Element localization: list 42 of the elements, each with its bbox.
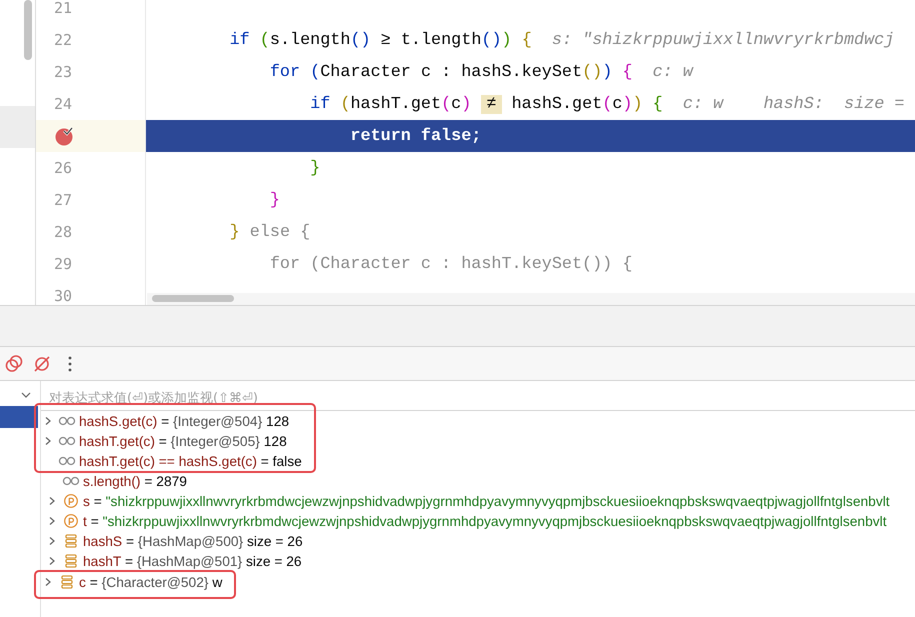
variable-entry[interactable]: hashS.get(c) = {Integer@504} 128 xyxy=(79,414,290,428)
scrollbar-thumb[interactable] xyxy=(24,0,32,60)
code-line: } xyxy=(310,158,320,178)
horizontal-scrollbar[interactable] xyxy=(147,293,915,305)
line-number: 28 xyxy=(54,223,72,241)
inline-value-hint: c: w xyxy=(652,62,693,82)
code-line: } xyxy=(270,190,280,210)
code-line: for (Character c : hashT.keySet()) { xyxy=(270,254,632,274)
selected-row-highlight xyxy=(0,406,38,428)
glasses-icon xyxy=(58,434,76,448)
code-line: } else { xyxy=(230,222,310,242)
inline-value-hint: s: "shizkrppuwjixxllnwvryrkrbmdwcj xyxy=(552,30,894,50)
variable-entry[interactable]: s.length() = 2879 xyxy=(83,474,187,488)
breakpoint-icon[interactable] xyxy=(54,126,74,146)
inline-value-hint: c: w xyxy=(682,94,724,114)
parameter-icon xyxy=(62,494,80,508)
variable-entry[interactable]: hashT.get(c) == hashS.get(c) = false xyxy=(79,454,302,468)
variable-entry[interactable]: t = "shizkrppuwjixxllnwvryrkrbmdwcjewzwjnpshidvadwpjygrnmhdpyavymnyvyqpmjbsckuesiioeknqpbskswqvaeqtpjwagjollfntglsenbvlt xyxy=(83,514,887,528)
glasses-icon xyxy=(62,474,80,488)
parameter-icon xyxy=(62,514,80,528)
variable-entry[interactable]: hashT.get(c) = {Integer@505} 128 xyxy=(79,434,287,448)
variable-entry[interactable]: hashT = {HashMap@501} size = 26 xyxy=(83,554,302,568)
mute-breakpoints-icon[interactable] xyxy=(32,354,52,374)
line-number: 29 xyxy=(54,255,72,273)
variable-entry[interactable]: c = {Character@502} w xyxy=(79,574,222,590)
line-number: 23 xyxy=(54,63,72,81)
line-number: 26 xyxy=(54,159,72,177)
line-number: 21 xyxy=(54,0,72,17)
code-line: return false; xyxy=(350,126,482,146)
code-line: if (hashT.get(c) ≠ hashS.get(c)) { xyxy=(310,94,663,114)
line-number: 30 xyxy=(54,287,72,305)
code-line: if (s.length() ≥ t.length()) { xyxy=(230,30,532,50)
inline-value-hint: hashS: size = xyxy=(763,94,904,114)
code-line: for (Character c : hashS.keySet()) { xyxy=(270,62,632,82)
line-number: 27 xyxy=(54,191,72,209)
variable-entry[interactable]: hashS = {HashMap@500} size = 26 xyxy=(83,534,303,548)
breakpoints-icon[interactable] xyxy=(4,354,24,374)
glasses-icon xyxy=(58,414,76,428)
line-number: 24 xyxy=(54,95,72,113)
line-number: 22 xyxy=(54,31,72,49)
glasses-icon xyxy=(58,454,76,468)
variable-entry[interactable]: s = "shizkrppuwjixxllnwvryrkrbmdwcjewzwjnpshidvadwpjygrnmhdpyavymnyvyqpmjbsckuesiioeknqpbskswqvaeqtpjwagjollfntglsenbvlt xyxy=(83,494,890,508)
